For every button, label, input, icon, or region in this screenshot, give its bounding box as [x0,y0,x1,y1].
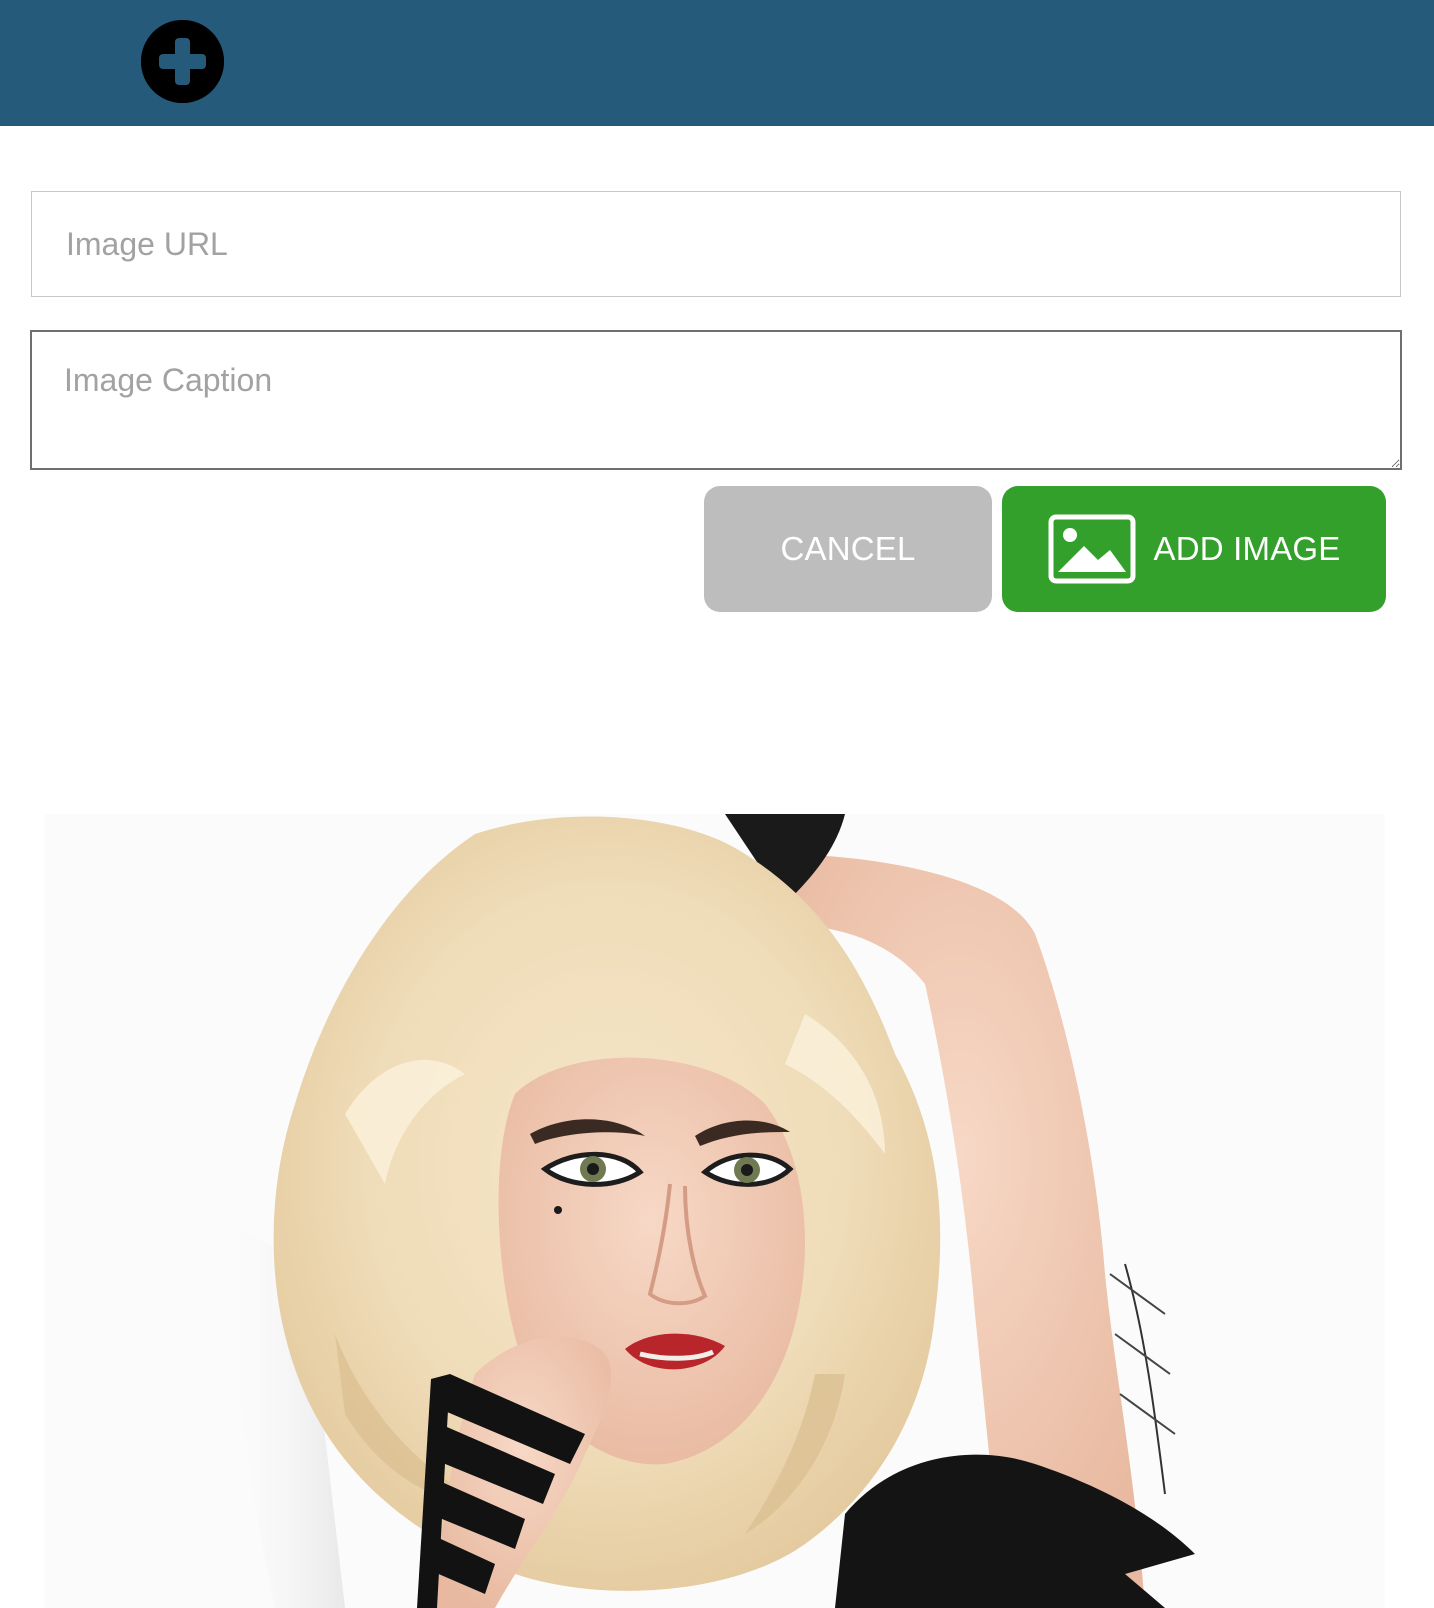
image-preview [45,814,1385,1608]
image-icon [1048,514,1135,584]
add-image-button[interactable]: ADD IMAGE [1002,486,1386,612]
portrait-photo [215,814,1195,1608]
add-image-button-label: ADD IMAGE [1153,530,1341,567]
image-caption-input[interactable] [30,330,1402,470]
cancel-button[interactable]: CANCEL [704,486,992,612]
plus-circle-icon [141,20,224,103]
cancel-button-label: CANCEL [780,530,916,567]
add-button[interactable] [141,20,224,103]
top-bar [0,0,1434,126]
image-url-input[interactable] [31,191,1401,297]
